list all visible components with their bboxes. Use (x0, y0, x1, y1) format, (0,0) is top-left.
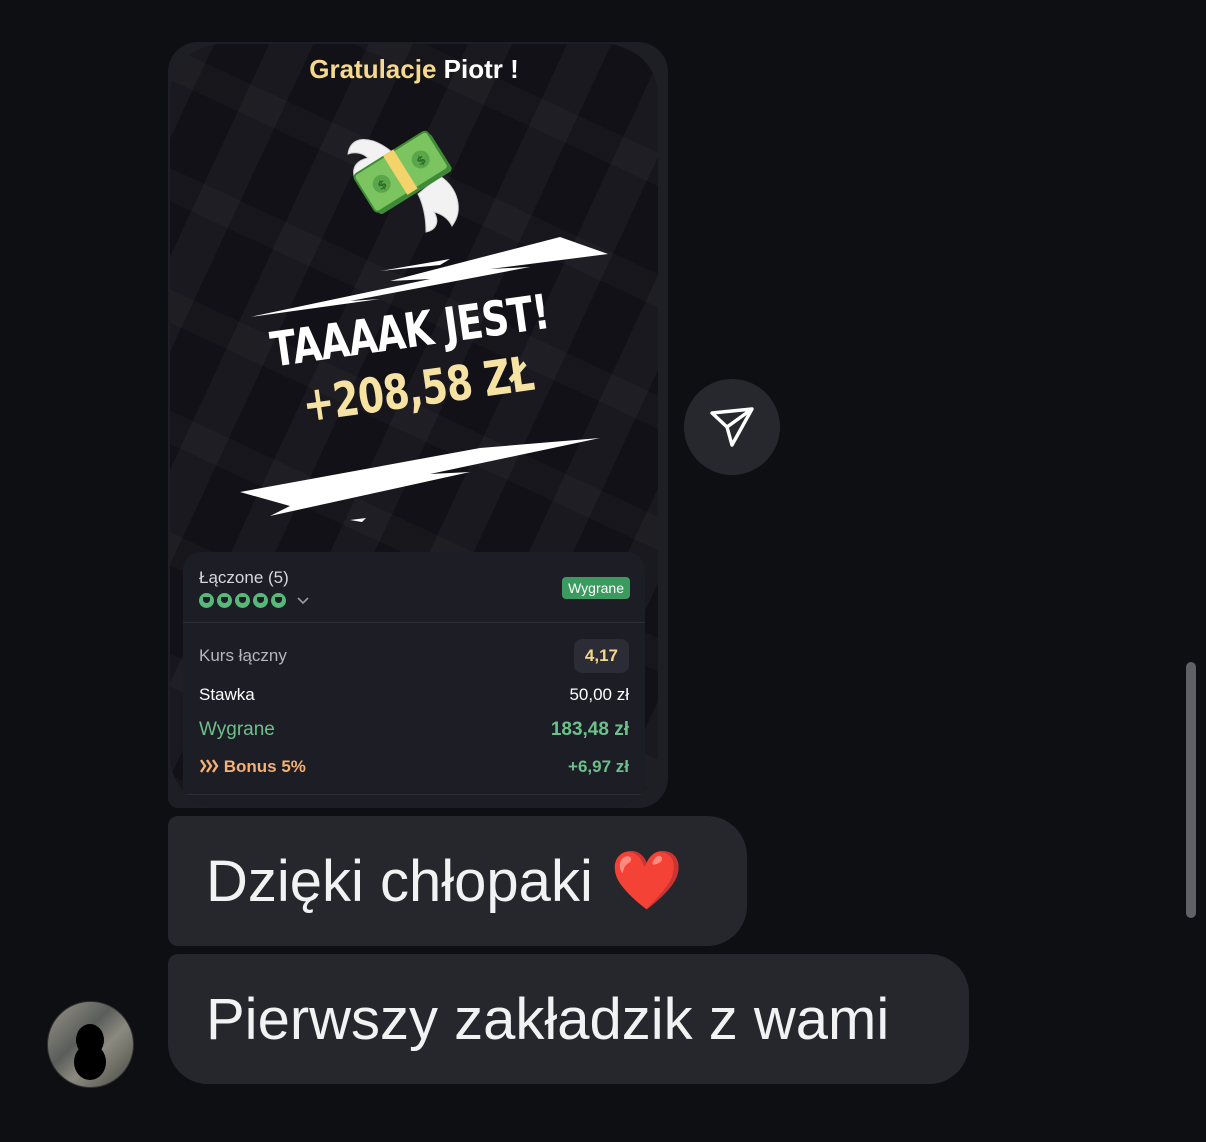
greeting-name: Piotr ! (443, 54, 519, 84)
message-bubble[interactable]: Dzięki chłopaki ❤️ (168, 816, 747, 946)
winnings-value: 183,48 zł (550, 719, 629, 740)
trophy-icon (199, 593, 214, 608)
heart-emoji: ❤️ (610, 848, 684, 913)
stake-value: 50,00 zł (569, 685, 629, 704)
message-bubble[interactable]: Pierwszy zakładzik z wami (168, 954, 969, 1084)
bonus-label: Bonus 5% (223, 757, 306, 776)
trophy-icon (271, 593, 286, 608)
money-with-wings-icon: $ $ (347, 130, 459, 233)
winnings-row: Wygrane 183,48 zł (199, 719, 629, 741)
odds-row: Kurs łączny 4,17 (199, 638, 629, 674)
avatar[interactable] (47, 1001, 134, 1088)
chevron-down-icon[interactable] (295, 595, 311, 607)
divider (183, 622, 645, 623)
share-button[interactable] (684, 379, 780, 475)
chevrons-icon (200, 759, 219, 773)
stake-label: Stawka (199, 685, 255, 704)
bet-slip-card[interactable]: Łączone (5) Wygrane Kurs łączny 4,17 Sta… (183, 552, 645, 808)
stake-row: Stawka 50,00 zł (199, 685, 629, 705)
trophy-icon (253, 593, 268, 608)
message-text: Pierwszy zakładzik z wami (206, 986, 890, 1052)
odds-label: Kurs łączny (199, 646, 287, 665)
trophy-icon (235, 593, 250, 608)
greeting: Gratulacje Piotr ! (170, 54, 658, 85)
status-badge: Wygrane (562, 577, 630, 599)
send-icon (710, 407, 754, 447)
bet-type: Łączone (5) (199, 568, 289, 587)
selection-indicators (199, 593, 311, 608)
bonus-label-wrap: Bonus 5% (199, 757, 306, 777)
greeting-prefix: Gratulacje (309, 54, 437, 84)
scrollbar[interactable] (1186, 662, 1196, 918)
divider (183, 794, 645, 795)
bonus-value: +6,97 zł (568, 757, 629, 776)
winnings-label: Wygrane (199, 719, 275, 740)
trophy-icon (217, 593, 232, 608)
bonus-row: Bonus 5% +6,97 zł (199, 757, 629, 777)
brush-stroke-bottom (240, 438, 600, 522)
message-text: Dzięki chłopaki (206, 848, 593, 914)
bet-win-screenshot[interactable]: Gratulacje Piotr ! $ $ TAAAAK JEST! +208… (170, 44, 658, 808)
odds-value: 4,17 (573, 639, 629, 673)
bet-header: Łączone (5) (199, 568, 311, 608)
avatar-redaction (74, 1024, 106, 1080)
